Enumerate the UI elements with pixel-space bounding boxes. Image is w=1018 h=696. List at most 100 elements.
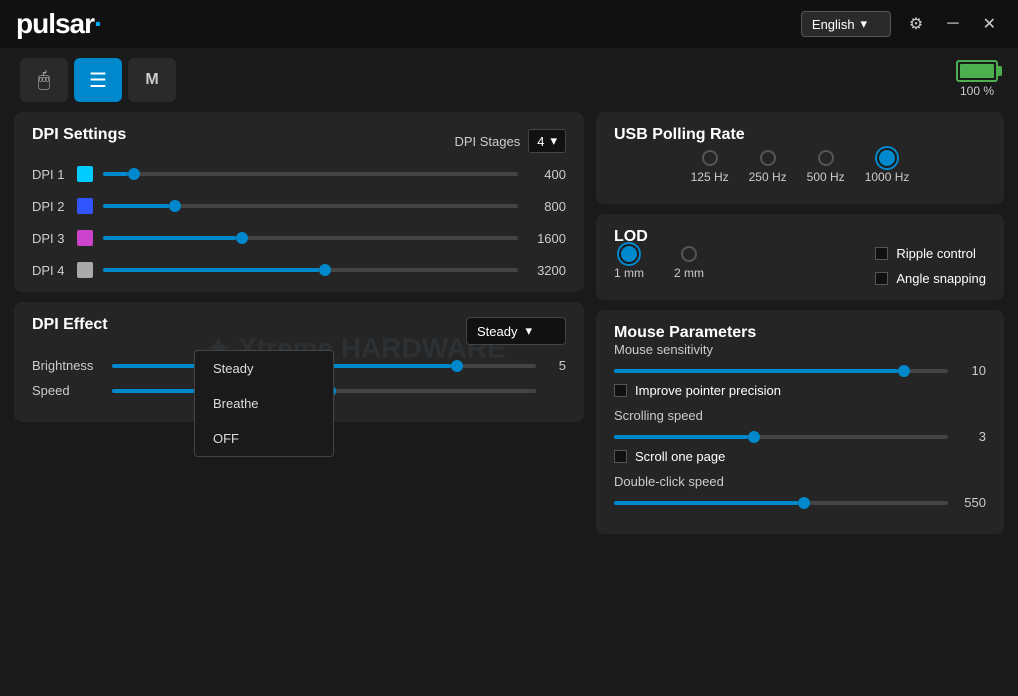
scroll-one-page-row: Scroll one page [614,449,986,464]
dpi-1-slider[interactable] [103,172,518,176]
scroll-one-page-checkbox[interactable] [614,450,627,463]
polling-1000-label: 1000 Hz [865,170,910,184]
radio-250[interactable] [760,150,776,166]
scrolling-value: 3 [956,429,986,444]
dpi-2-label: DPI 2 [32,199,67,214]
effect-dropdown-menu: Steady Breathe OFF [194,350,334,457]
polling-125-label: 125 Hz [691,170,729,184]
dpi-row-4: DPI 4 3200 [32,262,566,278]
double-click-slider-row: 550 [614,495,986,510]
brightness-label: Brightness [32,358,102,373]
scrolling-slider-row: 3 [614,429,986,444]
dpi-3-slider[interactable] [103,236,518,240]
tab-macro[interactable]: M [128,58,176,102]
dpi-settings-header: DPI Settings DPI Stages 4 ▾ [32,126,566,156]
improve-precision-label: Improve pointer precision [635,383,781,398]
dpi-effect-title: DPI Effect [32,316,108,334]
dpi-row-3: DPI 3 1600 [32,230,566,246]
dpi-4-value: 3200 [528,263,566,278]
polling-options: 125 Hz 250 Hz 500 Hz 1000 Hz [614,144,986,190]
polling-125[interactable]: 125 Hz [691,150,729,184]
main-content: DPI Settings DPI Stages 4 ▾ DPI 1 400 [0,112,1018,688]
dpi-row-2: DPI 2 800 [32,198,566,214]
effect-option-off[interactable]: OFF [195,421,333,456]
titlebar: pulsar· English ▾ ⚙ ─ ✕ [0,0,1018,48]
chevron-down-icon: ▾ [550,133,557,149]
radio-500[interactable] [818,150,834,166]
dpi-4-color[interactable] [77,262,93,278]
dpi-2-slider[interactable] [103,204,518,208]
ripple-control-row: Ripple control [875,246,986,261]
speed-label: Speed [32,383,102,398]
battery-percent: 100 % [960,84,994,98]
polling-1000[interactable]: 1000 Hz [865,150,910,184]
radio-1mm[interactable] [621,246,637,262]
effect-dropdown[interactable]: Steady ▾ [466,317,566,345]
scrolling-label: Scrolling speed [614,408,986,423]
close-button[interactable]: ✕ [977,10,1002,38]
dpi-stages-select[interactable]: 4 ▾ [528,129,566,153]
polling-500-label: 500 Hz [807,170,845,184]
minimize-button[interactable]: ─ [941,11,964,37]
lod-1mm-label: 1 mm [614,266,644,280]
effect-option-steady[interactable]: Steady [195,351,333,386]
scrolling-section: Scrolling speed 3 Scroll one page [614,408,986,464]
radio-1000[interactable] [879,150,895,166]
app-logo: pulsar· [16,8,102,40]
scrolling-slider[interactable] [614,435,948,439]
lod-row: 1 mm 2 mm Ripple control Angle snapping [614,246,986,286]
dpi-2-value: 800 [528,199,566,214]
dpi-1-label: DPI 1 [32,167,67,182]
mouse-params-card: Mouse Parameters Mouse sensitivity 10 Im… [596,310,1004,534]
polling-250[interactable]: 250 Hz [749,150,787,184]
lod-card: LOD 1 mm 2 mm Ripple control [596,214,1004,300]
dpi-1-color[interactable] [77,166,93,182]
dpi-4-label: DPI 4 [32,263,67,278]
dpi-2-color[interactable] [77,198,93,214]
radio-125[interactable] [702,150,718,166]
sensitivity-section: Mouse sensitivity 10 Improve pointer pre… [614,342,986,398]
dpi-settings-card: DPI Settings DPI Stages 4 ▾ DPI 1 400 [14,112,584,292]
polling-250-label: 250 Hz [749,170,787,184]
sensitivity-value: 10 [956,363,986,378]
tab-mouse[interactable]: 🖱 [20,58,68,102]
dpi-settings-title: DPI Settings [32,126,126,144]
usb-polling-title: USB Polling Rate [614,126,745,143]
improve-precision-row: Improve pointer precision [614,383,986,398]
logo-accent: · [94,8,102,39]
language-value: English [812,17,855,32]
scroll-one-page-label: Scroll one page [635,449,725,464]
improve-precision-checkbox[interactable] [614,384,627,397]
angle-snapping-row: Angle snapping [875,271,986,286]
tab-settings[interactable]: ☰ [74,58,122,102]
sensitivity-slider-row: 10 [614,363,986,378]
sensitivity-label: Mouse sensitivity [614,342,986,357]
titlebar-controls: English ▾ ⚙ ─ ✕ [801,10,1002,38]
mouse-params-title: Mouse Parameters [614,324,756,341]
dpi-4-slider[interactable] [103,268,518,272]
effect-option-breathe[interactable]: Breathe [195,386,333,421]
ripple-control-label: Ripple control [896,246,976,261]
dpi-3-color[interactable] [77,230,93,246]
double-click-value: 550 [956,495,986,510]
radio-2mm[interactable] [681,246,697,262]
battery-indicator: 100 % [956,60,998,98]
dpi-effect-header: DPI Effect Steady ▾ [32,316,566,346]
lod-checkboxes: Ripple control Angle snapping [875,246,986,286]
angle-snapping-checkbox[interactable] [875,272,888,285]
lod-1mm[interactable]: 1 mm [614,246,644,280]
polling-500[interactable]: 500 Hz [807,150,845,184]
double-click-slider[interactable] [614,501,948,505]
dpi-3-value: 1600 [528,231,566,246]
settings-button[interactable]: ⚙ [903,10,929,38]
lod-2mm[interactable]: 2 mm [674,246,704,280]
sensitivity-slider[interactable] [614,369,948,373]
dpi-row-1: DPI 1 400 [32,166,566,182]
lod-options: 1 mm 2 mm [614,246,704,280]
lod-title: LOD [614,228,648,245]
ripple-control-checkbox[interactable] [875,247,888,260]
right-panel: USB Polling Rate 125 Hz 250 Hz 500 Hz 10… [596,112,1004,678]
angle-snapping-label: Angle snapping [896,271,986,286]
language-selector[interactable]: English ▾ [801,11,891,37]
dpi-stages-label: DPI Stages [454,134,520,149]
